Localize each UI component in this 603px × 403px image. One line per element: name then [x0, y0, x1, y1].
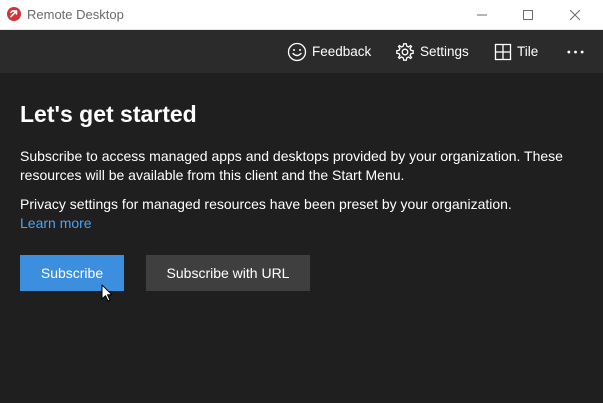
- settings-button[interactable]: Settings: [395, 30, 469, 73]
- subscribe-with-url-button[interactable]: Subscribe with URL: [146, 255, 310, 291]
- feedback-label: Feedback: [312, 44, 372, 59]
- window-title: Remote Desktop: [27, 7, 124, 22]
- ellipsis-icon: [567, 50, 584, 53]
- close-icon: [570, 10, 580, 20]
- mouse-pointer-icon: [101, 284, 113, 302]
- gear-icon: [396, 42, 414, 61]
- feedback-button[interactable]: Feedback: [287, 30, 371, 73]
- remote-desktop-window: Remote Desktop Feedback Settings Tile Le…: [0, 0, 603, 403]
- smiley-icon: [287, 42, 307, 61]
- maximize-icon: [523, 10, 533, 20]
- minimize-icon: [477, 14, 487, 16]
- tile-grid-icon: [494, 43, 512, 60]
- subscribe-button-label: Subscribe: [40, 265, 104, 281]
- settings-label: Settings: [420, 44, 469, 59]
- close-button[interactable]: [552, 0, 598, 30]
- tile-view-button[interactable]: Tile: [494, 30, 538, 73]
- remote-desktop-app-icon: [7, 7, 21, 21]
- subscribe-description: Subscribe to access managed apps and des…: [20, 148, 563, 183]
- title-bar: Remote Desktop: [0, 0, 603, 30]
- minimize-button[interactable]: [459, 0, 505, 30]
- command-bar: Feedback Settings Tile: [0, 30, 603, 73]
- tile-label: Tile: [517, 44, 539, 59]
- subscribe-with-url-label: Subscribe with URL: [166, 265, 290, 281]
- learn-more-link[interactable]: Learn more: [20, 214, 92, 233]
- more-options-button[interactable]: [566, 30, 590, 73]
- page-heading: Let's get started: [20, 101, 197, 127]
- maximize-button[interactable]: [505, 0, 551, 30]
- privacy-notice: Privacy settings for managed resources h…: [20, 196, 512, 212]
